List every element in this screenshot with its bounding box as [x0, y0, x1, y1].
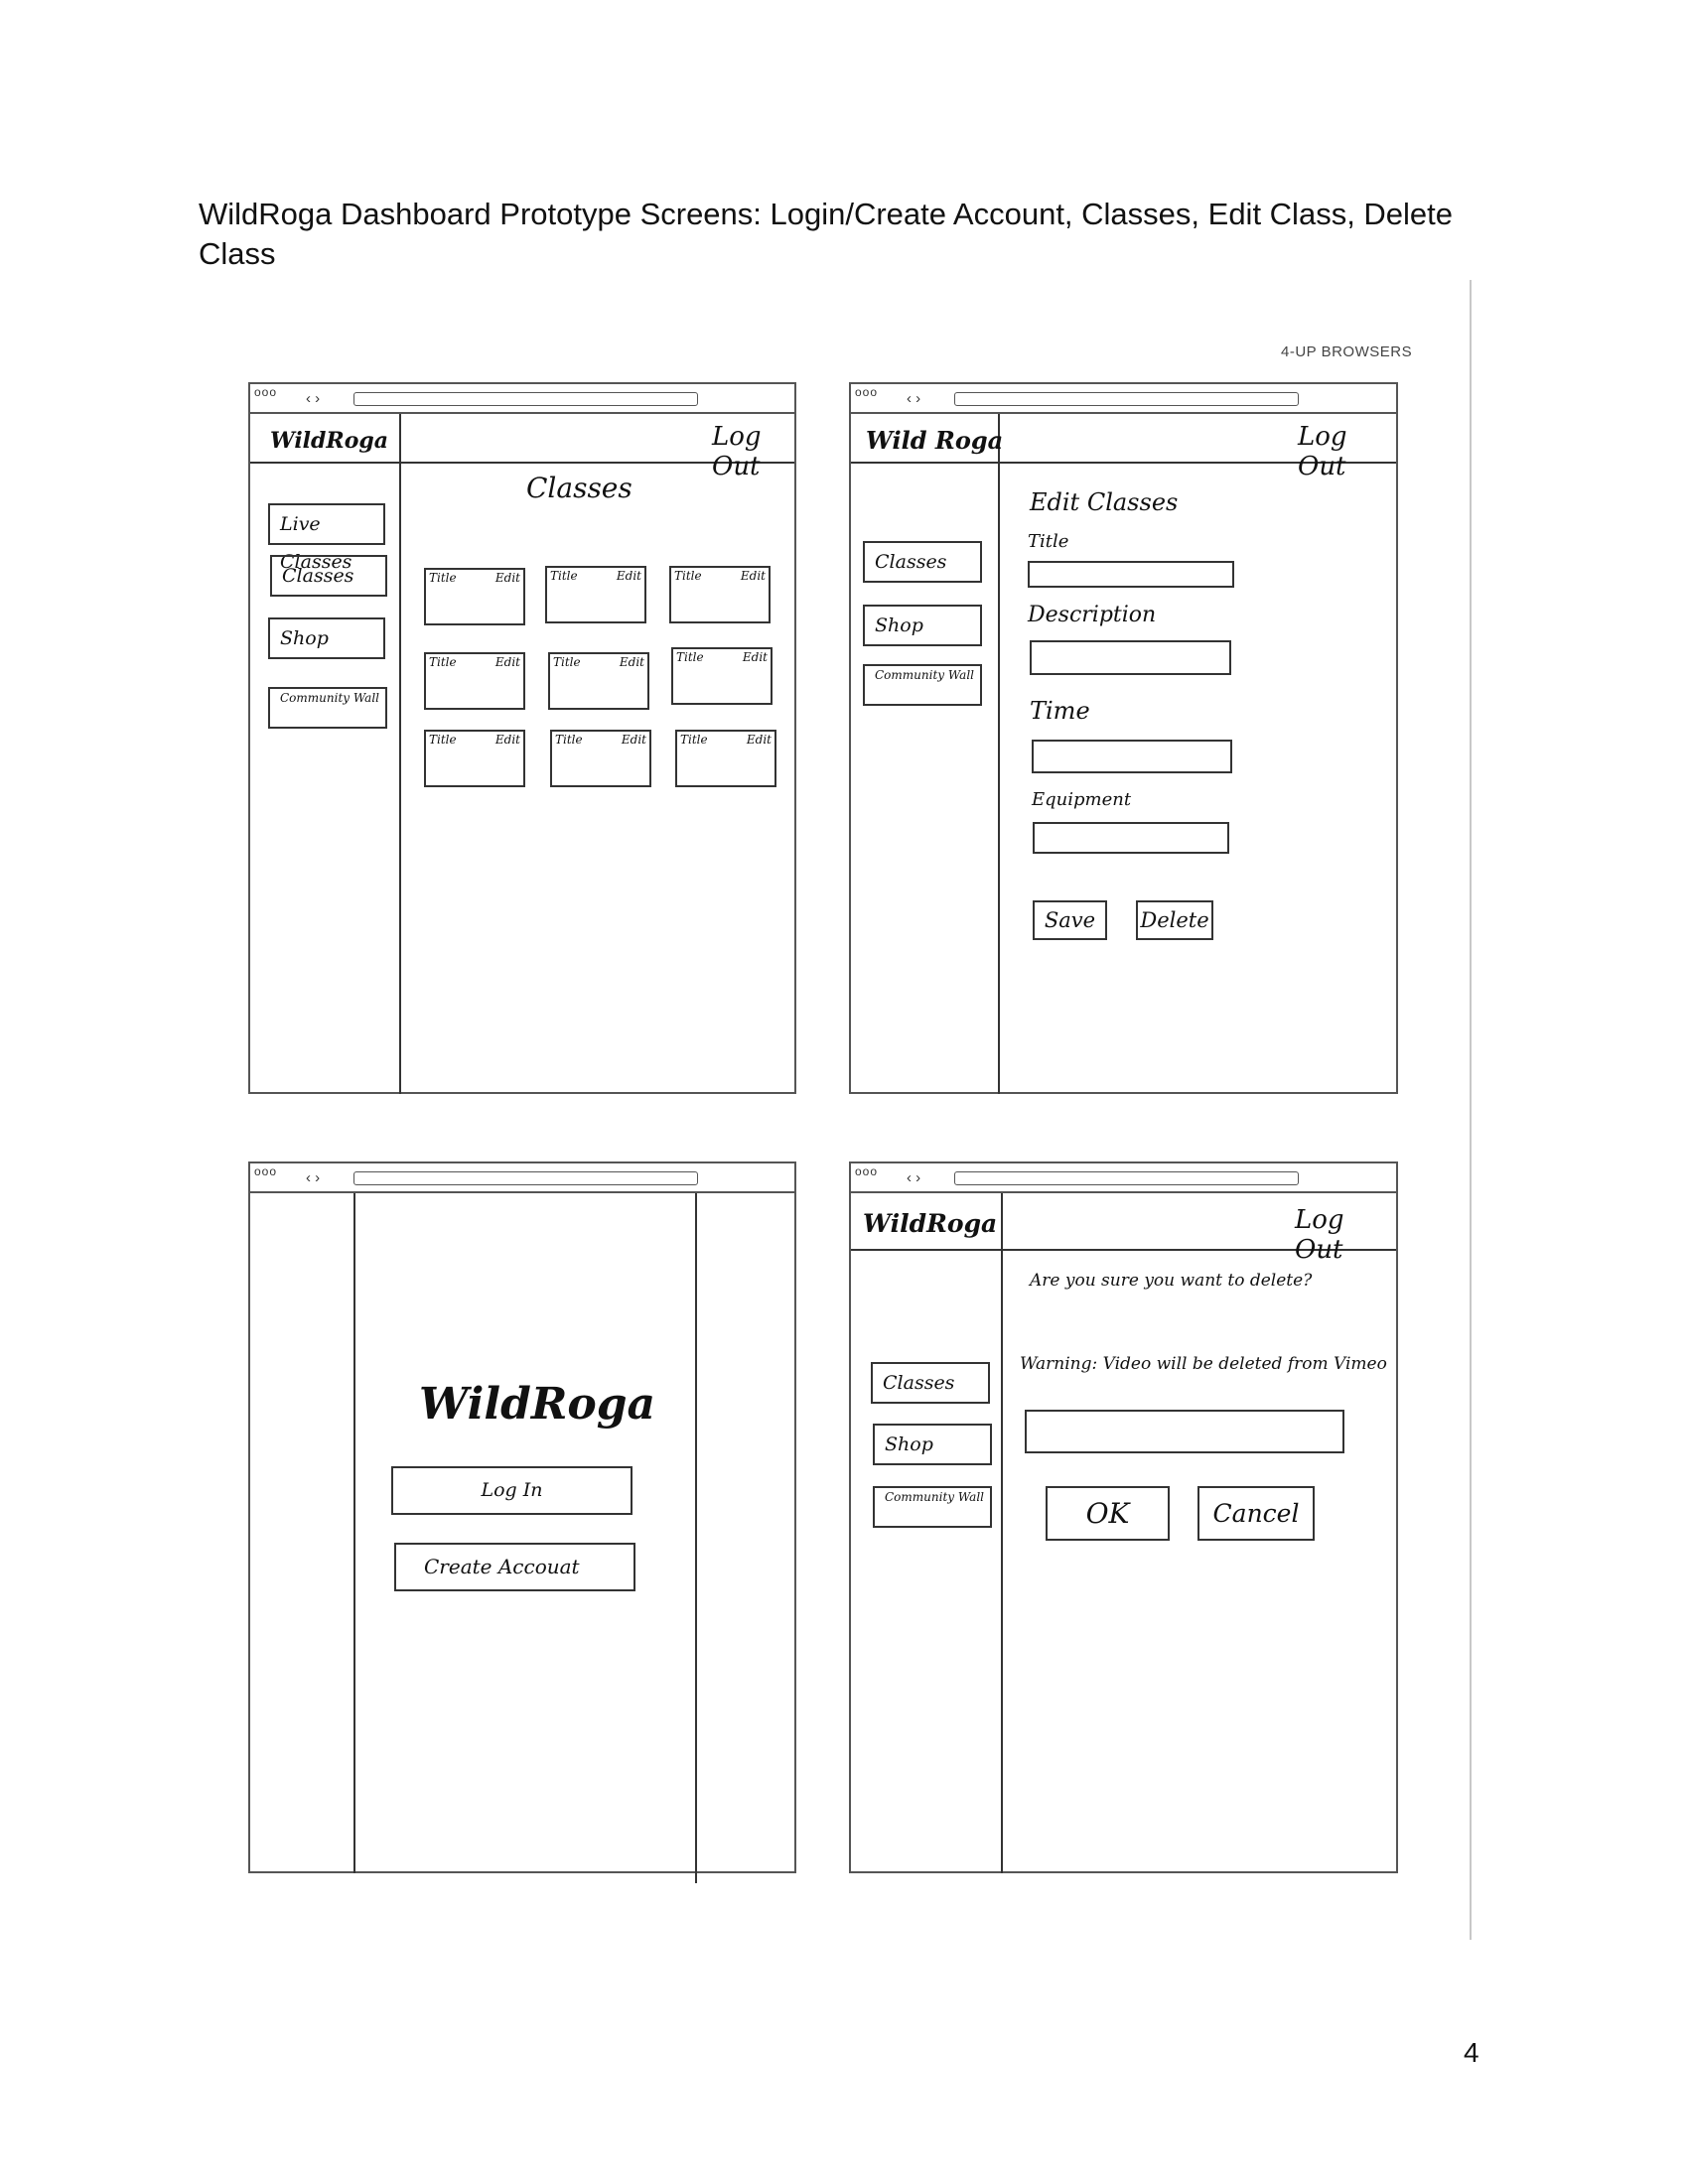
- browser-chrome: ooo ‹ ›: [851, 1163, 1396, 1193]
- sidebar-item-classes[interactable]: Classes: [863, 541, 982, 583]
- sidebar-item-live-classes[interactable]: Live Classes: [268, 503, 385, 573]
- nav-arrows-icon[interactable]: ‹ ›: [306, 1169, 320, 1186]
- sidebar-item-classes[interactable]: Classes: [871, 1362, 990, 1404]
- field-label-title: Title: [1028, 531, 1069, 552]
- edit-form-title: Edit Classes: [1030, 488, 1179, 516]
- sidebar-item-classes[interactable]: Classes: [270, 555, 387, 597]
- window-dots-icon: ooo: [254, 1164, 278, 1178]
- card-edit-link[interactable]: Edit: [622, 733, 646, 747]
- delete-button[interactable]: Delete: [1136, 900, 1213, 940]
- cancel-button[interactable]: Cancel: [1197, 1486, 1315, 1541]
- card-edit-link[interactable]: Edit: [495, 571, 520, 585]
- nav-arrows-icon[interactable]: ‹ ›: [907, 1169, 920, 1186]
- browser-chrome: ooo ‹ ›: [250, 1163, 794, 1193]
- save-button[interactable]: Save: [1033, 900, 1107, 940]
- card-title: Title: [429, 571, 457, 585]
- card-title: Title: [674, 569, 702, 583]
- class-card[interactable]: Title Edit: [548, 652, 649, 710]
- url-bar[interactable]: [353, 392, 698, 406]
- delete-browser-window: ooo ‹ › WildRoga Log Out Are you sure yo…: [849, 1161, 1398, 1873]
- sidebar-divider: [998, 414, 1000, 1094]
- sidebar-divider: [399, 414, 401, 1094]
- title-input[interactable]: [1028, 561, 1234, 588]
- page-heading: WildRoga Dashboard Prototype Screens: Lo…: [199, 197, 1454, 271]
- four-up-label: 4-UP BROWSERS: [1281, 343, 1413, 360]
- description-input[interactable]: [1030, 640, 1231, 675]
- sidebar-item-community-wall[interactable]: Community Wall: [863, 664, 982, 706]
- page-title: Classes: [526, 472, 633, 504]
- card-title: Title: [429, 655, 457, 669]
- url-bar[interactable]: [954, 392, 1299, 406]
- logo[interactable]: WildRoga: [863, 1209, 997, 1238]
- window-dots-icon: ooo: [254, 385, 278, 399]
- card-edit-link[interactable]: Edit: [747, 733, 772, 747]
- time-input[interactable]: [1032, 740, 1232, 773]
- delete-warning: Warning: Video will be deleted from Vime…: [1020, 1354, 1387, 1374]
- logo: WildRoga: [419, 1379, 656, 1430]
- logout-button[interactable]: Log Out: [1295, 1205, 1396, 1265]
- classes-browser-window: ooo ‹ › WildRoga Log Out Classes Live Cl…: [248, 382, 796, 1094]
- left-column-divider: [353, 1193, 355, 1873]
- sidebar-item-community-wall[interactable]: Community Wall: [873, 1486, 992, 1528]
- equipment-input[interactable]: [1033, 822, 1229, 854]
- class-card[interactable]: Title Edit: [669, 566, 771, 623]
- logout-button[interactable]: Log Out: [712, 422, 794, 481]
- class-card[interactable]: Title Edit: [424, 568, 525, 625]
- class-card[interactable]: Title Edit: [424, 652, 525, 710]
- class-card[interactable]: Title Edit: [424, 730, 525, 787]
- card-title: Title: [550, 569, 578, 583]
- class-card[interactable]: Title Edit: [545, 566, 646, 623]
- page-number: 4: [1464, 2037, 1479, 2068]
- window-dots-icon: ooo: [855, 385, 879, 399]
- ok-button[interactable]: OK: [1046, 1486, 1170, 1541]
- card-edit-link[interactable]: Edit: [617, 569, 641, 583]
- create-account-button[interactable]: Create Accouat: [394, 1543, 635, 1591]
- card-edit-link[interactable]: Edit: [741, 569, 766, 583]
- card-edit-link[interactable]: Edit: [743, 650, 768, 664]
- card-title: Title: [553, 655, 581, 669]
- url-bar[interactable]: [954, 1171, 1299, 1185]
- class-card[interactable]: Title Edit: [675, 730, 776, 787]
- field-label-description: Description: [1028, 603, 1157, 627]
- login-button[interactable]: Log In: [391, 1466, 633, 1515]
- logout-button[interactable]: Log Out: [1298, 422, 1396, 481]
- nav-arrows-icon[interactable]: ‹ ›: [306, 390, 320, 407]
- card-title: Title: [555, 733, 583, 747]
- logo[interactable]: WildRoga: [270, 428, 388, 454]
- sidebar-item-shop[interactable]: Shop: [268, 617, 385, 659]
- sidebar-item-community-wall[interactable]: Community Wall: [268, 687, 387, 729]
- edit-browser-window: ooo ‹ › Wild Roga Log Out Classes Shop C…: [849, 382, 1398, 1094]
- browser-chrome: ooo ‹ ›: [250, 384, 794, 414]
- sidebar-item-shop[interactable]: Shop: [873, 1424, 992, 1465]
- nav-arrows-icon[interactable]: ‹ ›: [907, 390, 920, 407]
- margin-rule: [1470, 280, 1472, 1940]
- right-column-divider: [695, 1193, 697, 1883]
- logo[interactable]: Wild Roga: [866, 426, 1003, 455]
- url-bar[interactable]: [353, 1171, 698, 1185]
- delete-confirm-input[interactable]: [1025, 1410, 1344, 1453]
- class-card[interactable]: Title Edit: [671, 647, 773, 705]
- window-dots-icon: ooo: [855, 1164, 879, 1178]
- card-title: Title: [429, 733, 457, 747]
- delete-question: Are you sure you want to delete?: [1030, 1271, 1313, 1291]
- login-browser-window: ooo ‹ › WildRoga Log In Create Accouat: [248, 1161, 796, 1883]
- field-label-time: Time: [1030, 697, 1090, 725]
- class-card[interactable]: Title Edit: [550, 730, 651, 787]
- sidebar-divider: [1001, 1193, 1003, 1873]
- card-edit-link[interactable]: Edit: [620, 655, 644, 669]
- field-label-equipment: Equipment: [1032, 789, 1132, 810]
- browser-chrome: ooo ‹ ›: [851, 384, 1396, 414]
- card-edit-link[interactable]: Edit: [495, 733, 520, 747]
- card-edit-link[interactable]: Edit: [495, 655, 520, 669]
- card-title: Title: [680, 733, 708, 747]
- card-title: Title: [676, 650, 704, 664]
- sidebar-item-shop[interactable]: Shop: [863, 605, 982, 646]
